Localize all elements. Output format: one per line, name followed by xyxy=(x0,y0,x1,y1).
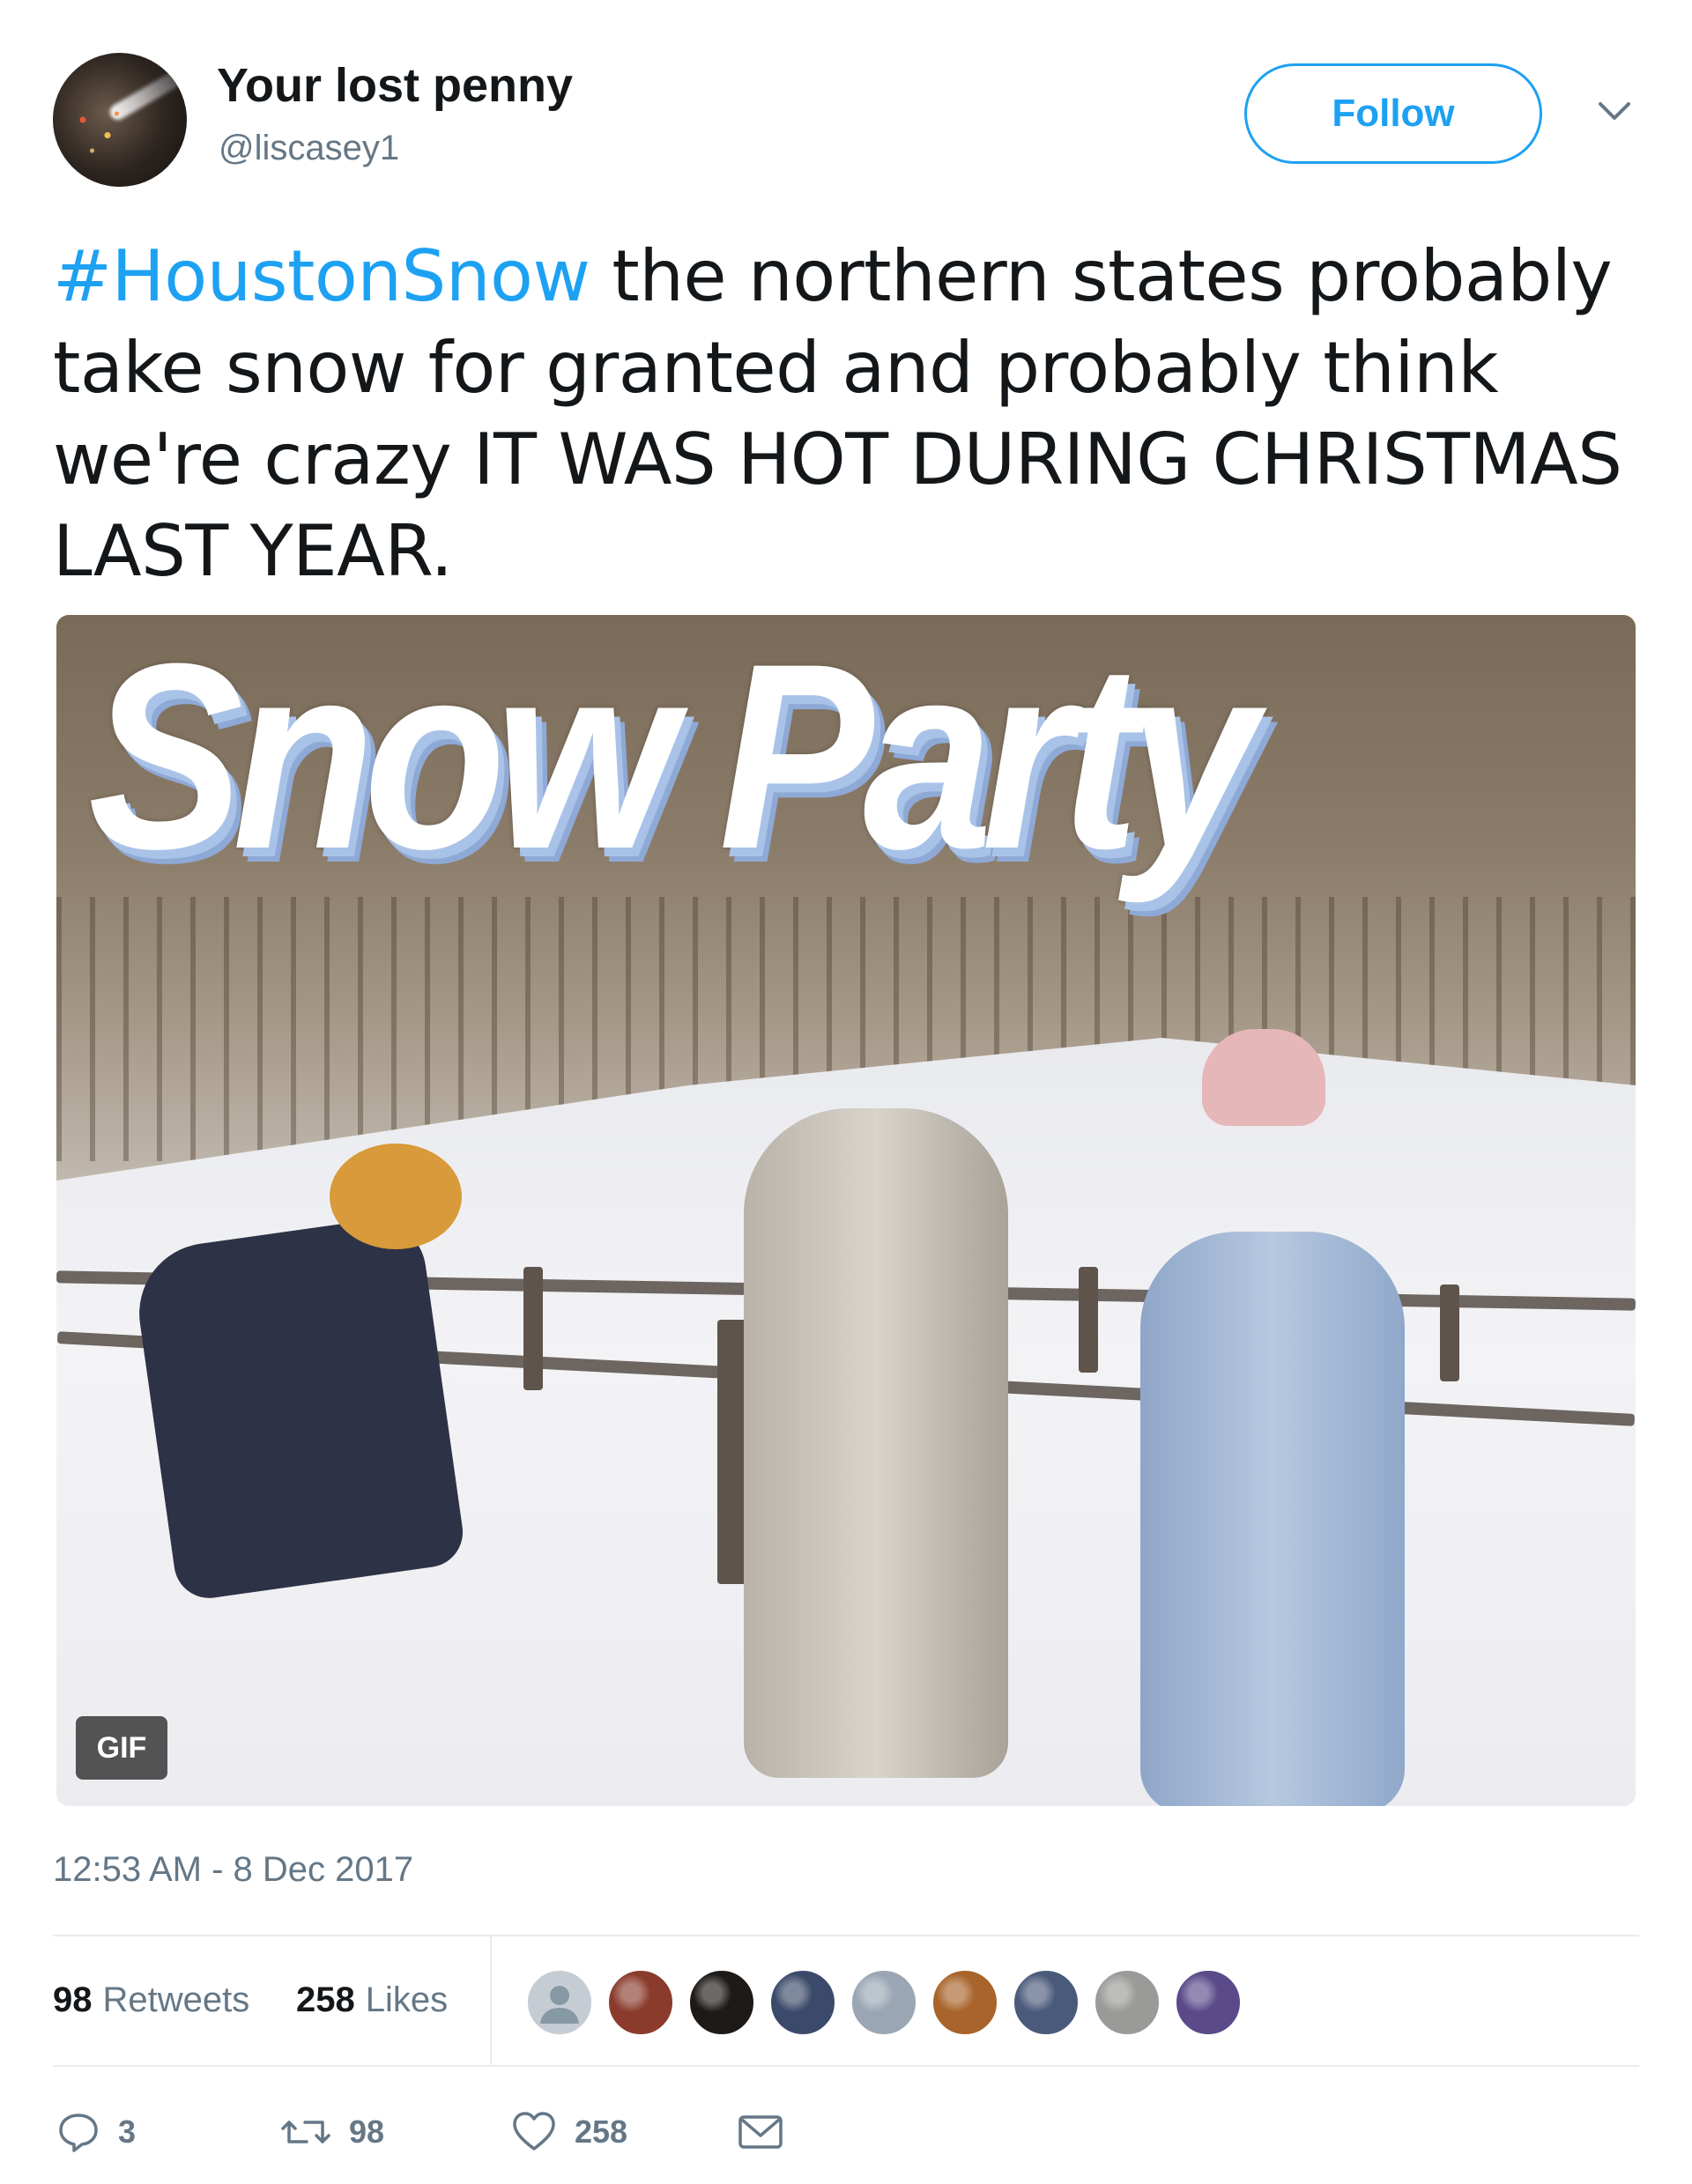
hashtag-link[interactable]: #HoustonSnow xyxy=(53,235,590,317)
tweet-card: Your lost penny @liscasey1 Follow #Houst… xyxy=(0,0,1692,2184)
reply-count: 3 xyxy=(118,2114,137,2150)
reply-button[interactable]: 3 xyxy=(56,2106,136,2158)
liker-avatar[interactable] xyxy=(768,1968,837,2037)
divider xyxy=(53,1935,1639,1936)
liker-avatar[interactable] xyxy=(1093,1968,1161,2037)
fence-post xyxy=(523,1267,543,1390)
retweet-icon xyxy=(281,2121,330,2143)
retweets-stat[interactable]: 98 Retweets xyxy=(53,1980,249,2020)
liker-avatar[interactable] xyxy=(1012,1968,1080,2037)
retweet-action-count: 98 xyxy=(349,2114,385,2150)
dancer-right-hat xyxy=(1202,1029,1325,1126)
likes-label: Likes xyxy=(365,1980,449,2019)
dancer-right xyxy=(1140,1232,1405,1806)
tweet-text: #HoustonSnow the northern states probabl… xyxy=(53,231,1639,597)
gif-caption-text: Snow Party xyxy=(88,615,1258,904)
gif-media[interactable]: Snow Party GIF xyxy=(56,615,1636,1806)
dancer-middle xyxy=(744,1108,1008,1778)
liker-avatar[interactable] xyxy=(687,1968,756,2037)
likes-count: 258 xyxy=(296,1980,355,2019)
fence-post xyxy=(1079,1267,1098,1373)
author-display-name[interactable]: Your lost penny xyxy=(217,58,573,113)
author-handle[interactable]: @liscasey1 xyxy=(219,129,399,168)
divider xyxy=(53,2065,1639,2067)
dancer-left-hat xyxy=(330,1144,462,1249)
gif-badge: GIF xyxy=(76,1716,167,1780)
author-avatar[interactable] xyxy=(53,53,187,187)
reply-icon xyxy=(59,2114,98,2152)
retweets-count: 98 xyxy=(53,1980,93,2019)
default-avatar-icon xyxy=(540,1986,579,2024)
chevron-down-icon[interactable] xyxy=(1597,99,1632,123)
retweet-button[interactable]: 98 xyxy=(280,2106,384,2158)
divider xyxy=(490,1935,492,2065)
follow-button[interactable]: Follow xyxy=(1244,63,1542,164)
liker-avatar[interactable] xyxy=(606,1968,675,2037)
dancer-left xyxy=(130,1212,468,1603)
fence-post xyxy=(1440,1284,1459,1381)
liker-avatar[interactable] xyxy=(850,1968,918,2037)
likes-stat[interactable]: 258 Likes xyxy=(296,1980,448,2020)
heart-icon xyxy=(513,2112,555,2151)
tweet-timestamp[interactable]: 12:53 AM - 8 Dec 2017 xyxy=(53,1850,413,1890)
liker-avatar[interactable] xyxy=(525,1968,594,2037)
liker-avatar[interactable] xyxy=(1174,1968,1243,2037)
envelope-icon xyxy=(738,2115,783,2149)
like-button[interactable]: 258 xyxy=(511,2106,627,2158)
retweets-label: Retweets xyxy=(102,1980,250,2019)
liker-avatar[interactable] xyxy=(931,1968,999,2037)
avatar-sparks xyxy=(70,101,132,163)
direct-message-button[interactable] xyxy=(737,2106,802,2158)
like-action-count: 258 xyxy=(575,2114,628,2150)
